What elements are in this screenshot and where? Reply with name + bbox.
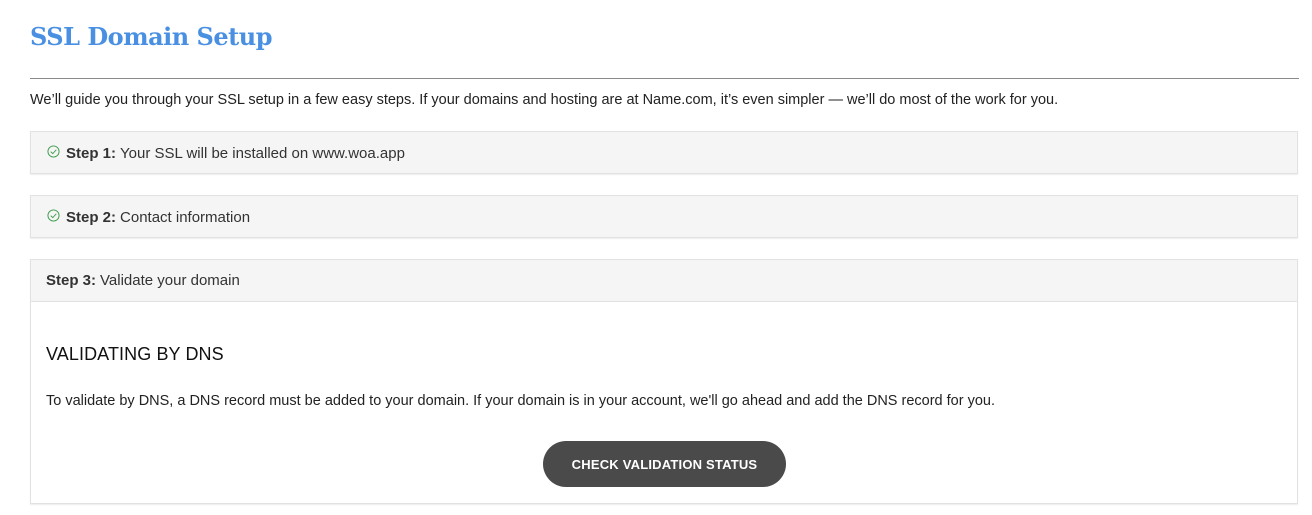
check-validation-status-button[interactable]: CHECK VALIDATION STATUS — [543, 441, 786, 487]
step-3-title: Validate your domain — [100, 272, 240, 289]
check-circle-icon — [47, 209, 61, 223]
step-2-panel[interactable]: Step 2: Contact information — [30, 195, 1298, 238]
intro-text: We’ll guide you through your SSL setup i… — [30, 92, 1059, 108]
page-title: SSL Domain Setup — [30, 22, 272, 51]
step-3-header[interactable]: Step 3: Validate your domain — [31, 260, 1297, 302]
step-1-header[interactable]: Step 1: Your SSL will be installed on ww… — [31, 132, 1297, 174]
ssl-setup-page: SSL Domain Setup We’ll guide you through… — [0, 0, 1312, 515]
step-3-number: Step 3: — [46, 272, 97, 289]
title-divider — [30, 78, 1299, 79]
dns-validation-heading: VALIDATING BY DNS — [46, 344, 224, 364]
step-2-number: Step 2: — [66, 208, 117, 226]
step-1-number: Step 1: — [66, 144, 117, 162]
step-1-panel[interactable]: Step 1: Your SSL will be installed on ww… — [30, 131, 1298, 174]
step-3-panel: Step 3: Validate your domain VALIDATING … — [30, 259, 1298, 504]
step-2-header[interactable]: Step 2: Contact information — [31, 196, 1297, 238]
check-circle-icon — [47, 145, 61, 159]
step-2-title: Contact information — [120, 208, 251, 226]
dns-validation-description: To validate by DNS, a DNS record must be… — [46, 393, 995, 409]
step-1-title: Your SSL will be installed on www.woa.ap… — [120, 144, 405, 162]
